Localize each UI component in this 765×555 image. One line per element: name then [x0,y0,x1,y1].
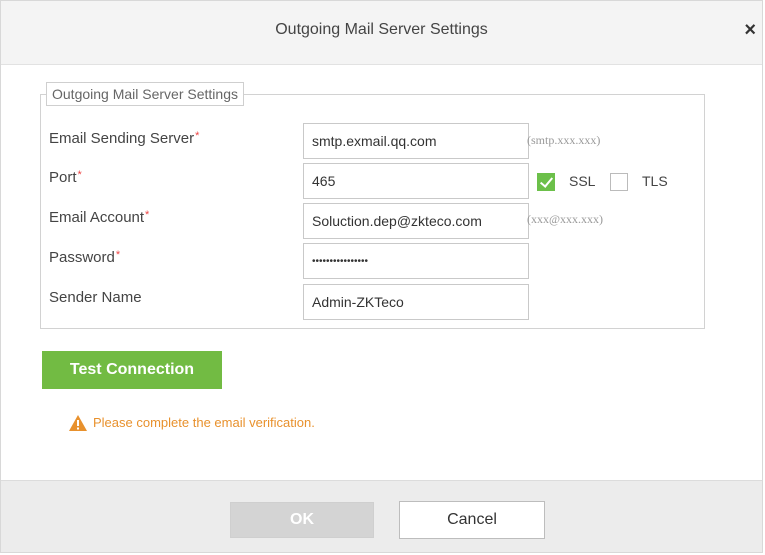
email-server-input[interactable] [303,123,529,159]
sender-label: Sender Name [49,289,142,306]
dialog-title: Outgoing Mail Server Settings [275,21,488,38]
mail-settings-dialog: Outgoing Mail Server Settings × Outgoing… [0,0,763,553]
sender-name-input[interactable] [303,284,529,320]
warning-icon [69,415,87,431]
port-label-text: Port [49,169,77,186]
server-label-text: Email Sending Server [49,130,195,147]
server-label: Email Sending Server* [49,130,199,147]
tls-checkbox[interactable] [610,173,628,191]
port-label: Port* [49,169,82,186]
close-icon[interactable]: × [744,19,756,41]
ssl-label: SSL [569,173,596,189]
server-format-hint: (smtp.xxx.xxx) [527,133,601,147]
ssl-checkbox[interactable] [537,173,555,191]
sender-label-text: Sender Name [49,289,142,306]
required-mark: * [145,209,150,221]
email-account-input[interactable] [303,203,529,239]
dialog-footer [1,480,762,552]
ok-button[interactable]: OK [230,502,374,538]
warning-message: Please complete the email verification. [93,415,315,430]
account-format-hint: (xxx@xxx.xxx) [527,212,604,226]
required-mark: * [115,249,121,261]
password-label: Password* [49,249,120,266]
account-label: Email Account* [49,209,149,226]
check-icon [539,174,554,188]
port-input[interactable] [303,163,529,199]
test-connection-button[interactable]: Test Connection [42,351,222,389]
group-legend: Outgoing Mail Server Settings [46,82,244,106]
password-input[interactable] [303,243,529,279]
password-label-text: Password [49,249,115,266]
dialog-titlebar: Outgoing Mail Server Settings × [1,1,762,65]
required-mark: * [77,169,82,181]
account-label-text: Email Account [49,209,145,226]
cancel-button[interactable]: Cancel [399,501,545,539]
tls-label: TLS [642,173,668,189]
required-mark: * [195,130,200,142]
